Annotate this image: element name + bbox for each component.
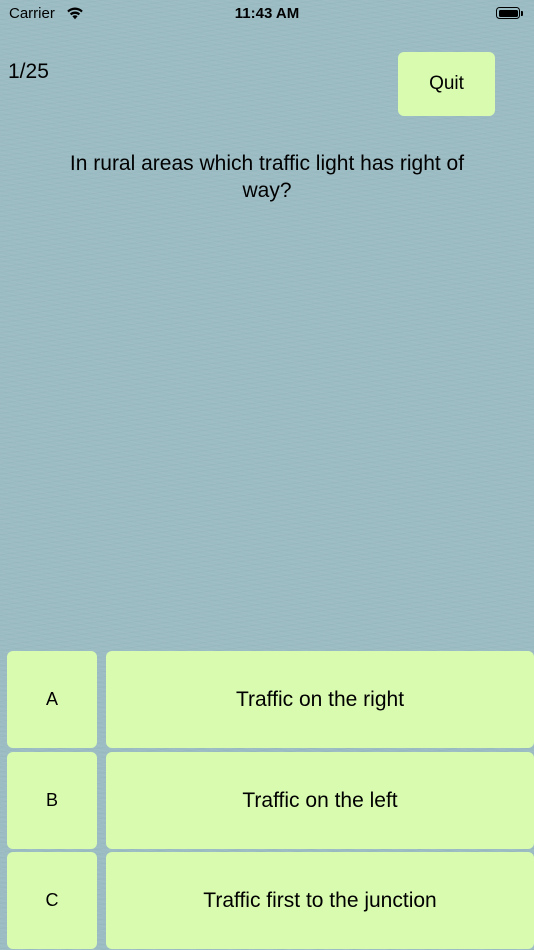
answer-c-button[interactable]: Traffic first to the junction	[106, 852, 534, 949]
answer-b-button[interactable]: Traffic on the left	[106, 752, 534, 849]
answer-b-letter-button[interactable]: B	[7, 752, 97, 849]
answer-c-letter-button[interactable]: C	[7, 852, 97, 949]
quit-button[interactable]: Quit	[398, 52, 495, 116]
status-bar: Carrier 11:43 AM	[0, 0, 534, 28]
answer-row-a: A Traffic on the right	[0, 651, 534, 748]
battery-tip	[521, 11, 523, 16]
answer-row-c: C Traffic first to the junction	[0, 852, 534, 949]
question-text: In rural areas which traffic light has r…	[69, 152, 465, 202]
question-progress: 1/25	[8, 60, 49, 83]
status-time: 11:43 AM	[234, 5, 300, 22]
battery-icon	[496, 7, 520, 19]
battery-level	[498, 9, 518, 17]
answer-row-b: B Traffic on the left	[0, 752, 534, 849]
answer-a-letter-button[interactable]: A	[7, 651, 97, 748]
answer-a-button[interactable]: Traffic on the right	[106, 651, 534, 748]
